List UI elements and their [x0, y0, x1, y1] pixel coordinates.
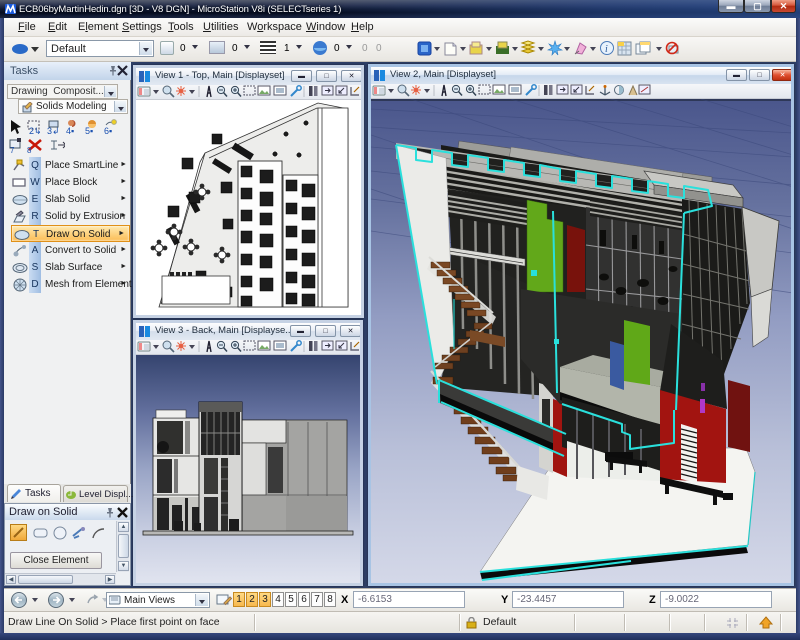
svg-text:4▪: 4▪: [66, 126, 74, 135]
svg-text:7: 7: [10, 146, 15, 153]
svg-text:5▪: 5▪: [85, 126, 93, 135]
svg-text:i: i: [605, 44, 608, 55]
svg-text:3↲: 3↲: [47, 126, 60, 135]
svg-text:6▪: 6▪: [104, 126, 112, 135]
svg-text:8: 8: [27, 146, 32, 153]
svg-text:2↳: 2↳: [29, 126, 42, 135]
